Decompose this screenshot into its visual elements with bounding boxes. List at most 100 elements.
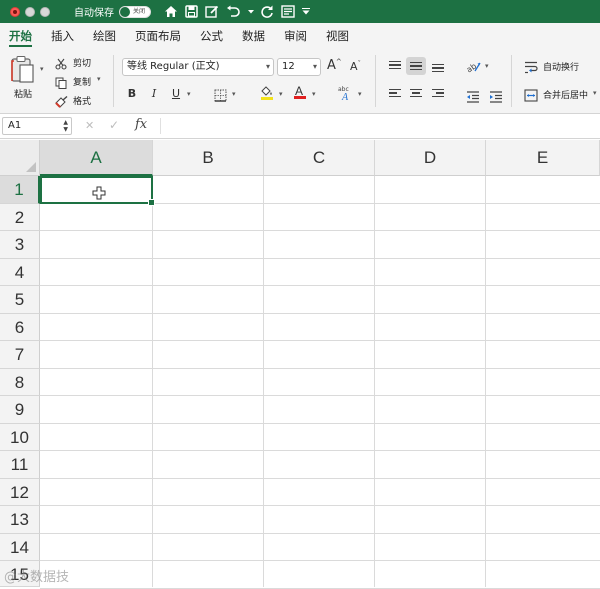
grid-line [40,340,600,341]
print-preview-icon[interactable] [281,5,295,18]
bold-button[interactable]: B [124,87,140,100]
svg-text:A: A [341,92,349,101]
row-header-1[interactable]: 1 [0,176,40,204]
merge-dropdown-icon[interactable]: ▾ [593,89,597,97]
copy-dropdown-icon[interactable]: ▾ [97,75,101,83]
tab-review[interactable]: 审阅 [284,23,307,49]
borders-icon[interactable] [214,87,227,106]
increase-indent-icon[interactable] [489,88,503,107]
paste-label: 粘贴 [14,90,33,100]
font-size-value: 12 [282,61,295,72]
font-size-dropdown[interactable]: 12 ▾ [277,58,321,76]
grid-line [40,560,600,561]
grid-line [40,230,600,231]
tab-view[interactable]: 视图 [326,23,349,49]
row-header-8[interactable]: 8 [0,368,40,396]
maximize-window-button[interactable] [40,6,50,17]
format-painter-label[interactable]: 格式 [73,94,91,107]
column-header-b[interactable]: B [153,140,264,176]
row-header-13[interactable]: 13 [0,506,40,534]
undo-icon[interactable] [226,5,241,18]
merge-center-label[interactable]: 合并后居中 [543,88,588,101]
paste-button[interactable] [10,55,36,89]
align-top-button[interactable] [385,57,405,75]
align-left-button[interactable] [385,85,405,103]
font-color-dropdown-icon[interactable]: ▾ [312,90,316,98]
phonetic-dropdown-icon[interactable]: ▾ [358,90,362,98]
orientation-dropdown-icon[interactable]: ▾ [485,62,489,70]
watermark: @大数据技 [4,570,70,585]
column-header-e[interactable]: E [486,140,600,176]
minimize-window-button[interactable] [25,6,35,17]
edit-icon[interactable] [205,5,219,18]
format-painter-icon[interactable] [55,93,68,112]
row-header-6[interactable]: 6 [0,313,40,341]
insert-function-button[interactable]: fx [135,117,147,132]
cancel-icon[interactable]: ✕ [85,119,94,132]
column-header-d[interactable]: D [375,140,486,176]
align-bottom-button[interactable] [428,57,448,75]
tab-home[interactable]: 开始 [9,23,32,49]
cut-label[interactable]: 剪切 [73,56,91,69]
redo-icon[interactable] [261,5,274,18]
row-header-9[interactable]: 9 [0,396,40,424]
close-window-button[interactable] [10,6,20,17]
enter-icon[interactable]: ✓ [109,118,119,132]
name-box[interactable]: A1 ▲ ▼ [2,117,72,135]
row-header-3[interactable]: 3 [0,231,40,259]
scissors-icon[interactable] [55,55,67,74]
row-header-4[interactable]: 4 [0,258,40,286]
tab-formulas[interactable]: 公式 [200,23,223,49]
align-center-button[interactable] [406,85,426,103]
row-header-11[interactable]: 11 [0,451,40,479]
name-box-stepper-icon[interactable]: ▲ ▼ [63,119,68,133]
wrap-text-label[interactable]: 自动换行 [543,60,579,73]
underline-dropdown-icon[interactable]: ▾ [187,90,191,98]
wrap-text-icon[interactable] [524,59,538,78]
save-icon[interactable] [185,5,198,18]
autosave-toggle[interactable]: 关闭 [119,5,151,18]
copy-label[interactable]: 复制 [73,75,91,88]
home-icon[interactable] [164,5,178,18]
row-header-2[interactable]: 2 [0,203,40,231]
italic-button[interactable]: I [146,87,162,100]
merge-center-icon[interactable] [524,87,538,106]
svg-text:ab: ab [466,61,478,73]
column-header-a[interactable]: A [40,140,153,176]
tab-page-layout[interactable]: 页面布局 [135,23,181,49]
cell-cursor-icon [92,185,106,204]
grid-line [263,176,264,587]
underline-button[interactable]: U [168,87,184,100]
paste-dropdown-icon[interactable]: ▾ [40,65,44,73]
orientation-icon[interactable]: ab [465,58,482,77]
row-header-10[interactable]: 10 [0,423,40,451]
undo-dropdown-icon[interactable] [248,9,254,14]
font-name-dropdown[interactable]: 等线 Regular (正文) ▾ [122,58,274,76]
row-header-7[interactable]: 7 [0,341,40,369]
font-color-icon[interactable]: A [293,84,307,104]
grid-line [40,477,600,479]
tab-insert[interactable]: 插入 [51,23,74,49]
align-right-button[interactable] [428,85,448,103]
column-header-c[interactable]: C [264,140,375,176]
copy-icon[interactable] [55,74,67,93]
row-header-14[interactable]: 14 [0,533,40,561]
name-box-value: A1 [8,120,22,131]
tab-data[interactable]: 数据 [242,23,265,49]
formula-input[interactable] [165,117,595,135]
decrease-font-button[interactable]: Aˇ [350,60,361,73]
increase-font-button[interactable]: A^ [327,58,342,73]
customize-toolbar-icon[interactable] [302,8,310,15]
fill-color-icon[interactable] [260,85,274,105]
row-header-12[interactable]: 12 [0,478,40,506]
grid-line [40,422,600,424]
phonetic-guide-icon[interactable]: abc A [337,85,355,105]
tab-draw[interactable]: 绘图 [93,23,116,49]
decrease-indent-icon[interactable] [466,88,480,107]
row-header-5[interactable]: 5 [0,286,40,314]
select-all-button[interactable] [0,140,40,176]
borders-dropdown-icon[interactable]: ▾ [232,90,236,98]
align-middle-button[interactable] [406,57,426,75]
fill-color-dropdown-icon[interactable]: ▾ [279,90,283,98]
cell-grid[interactable] [40,176,600,589]
